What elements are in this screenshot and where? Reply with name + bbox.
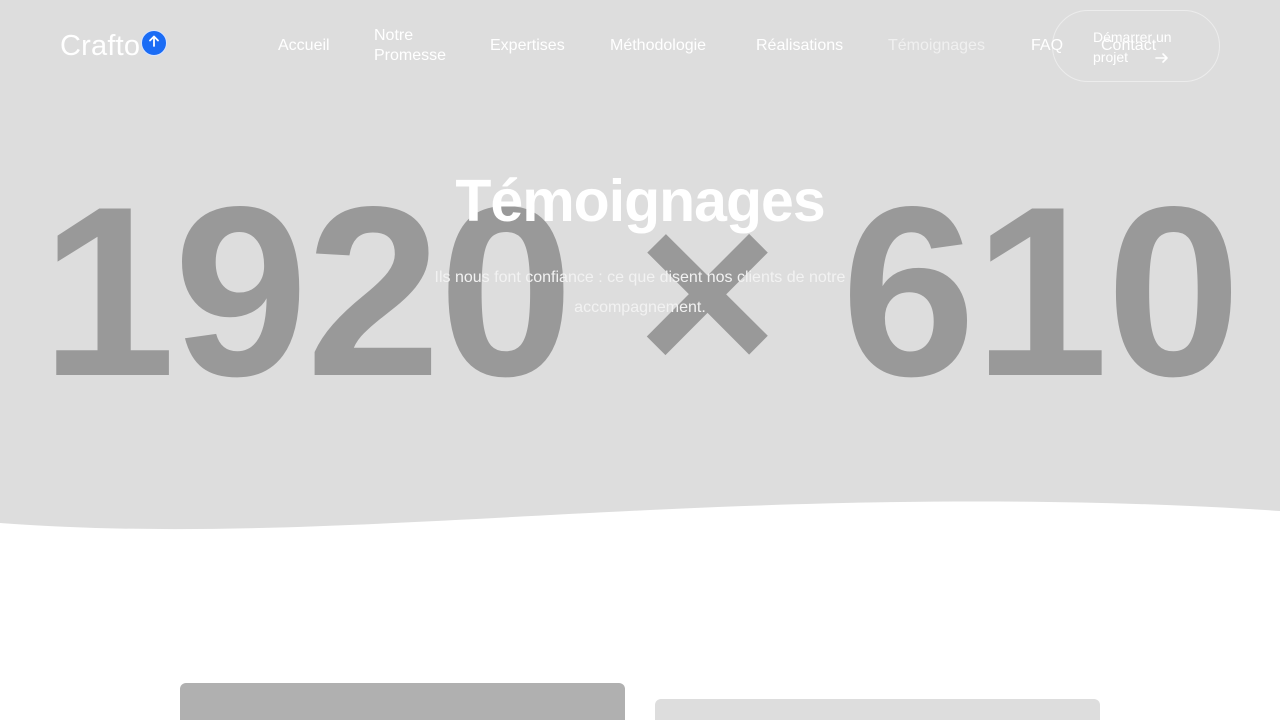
testimonial-card <box>180 683 625 720</box>
logo[interactable]: Crafto <box>60 30 140 63</box>
page-title: Témoignages <box>455 168 825 234</box>
nav-item-notre-promesse[interactable]: Notre Promesse <box>374 26 464 66</box>
nav-item-temoignages[interactable]: Témoignages <box>888 36 985 56</box>
nav-item-contact[interactable]: Contact <box>1101 36 1156 56</box>
page-subtitle: Ils nous font confiance : ce que disent … <box>434 269 846 316</box>
arrow-up-icon <box>147 34 161 53</box>
nav-item-expertises[interactable]: Expertises <box>490 36 565 56</box>
arrow-right-icon <box>1154 50 1170 66</box>
nav-item-methodologie[interactable]: Méthodologie <box>610 36 706 56</box>
scroll-top-button[interactable] <box>141 30 167 56</box>
nav-item-accueil[interactable]: Accueil <box>278 36 330 56</box>
testimonial-card <box>655 699 1100 720</box>
site-header: Crafto Accueil Notre Promesse Expertises… <box>0 0 1280 90</box>
nav-item-realisations[interactable]: Réalisations <box>756 36 843 56</box>
